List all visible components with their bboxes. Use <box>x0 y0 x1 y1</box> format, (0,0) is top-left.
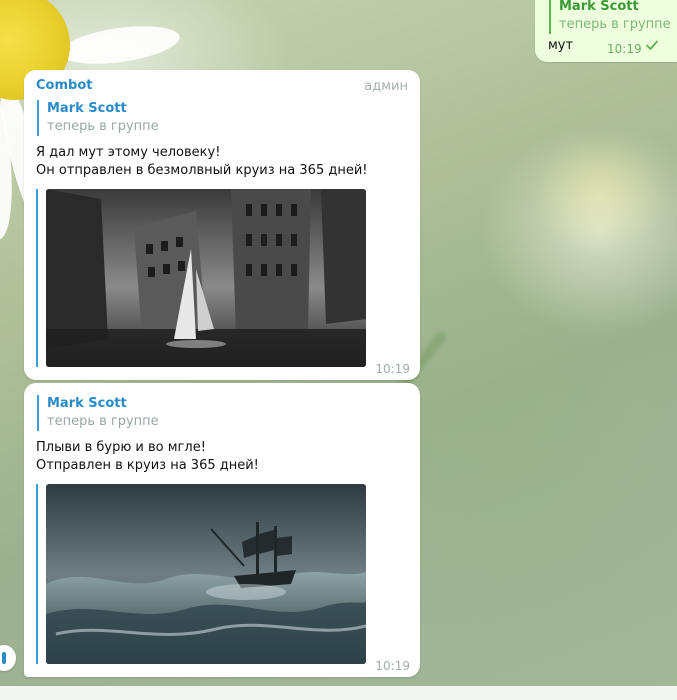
reply-author: Mark Scott <box>47 101 127 116</box>
media-preview[interactable] <box>36 484 376 664</box>
sender-avatar[interactable] <box>0 645 16 671</box>
media-preview[interactable] <box>36 189 376 367</box>
reply-text: теперь в группе <box>559 17 671 32</box>
sender-role-badge: админ <box>364 79 408 94</box>
reply-preview[interactable]: Mark Scott теперь в группе <box>37 395 159 431</box>
reply-text: теперь в группе <box>47 119 159 134</box>
media-image-ghost-city[interactable] <box>46 189 366 367</box>
reply-author: Mark Scott <box>559 0 639 14</box>
check-icon <box>646 40 658 50</box>
message-text: Плыви в бурю и во мгле! Отправлен в круи… <box>36 439 259 475</box>
input-area-edge <box>0 686 677 700</box>
message-line: Отправлен в круиз на 365 дней! <box>36 458 259 473</box>
incoming-message[interactable]: Mark Scott теперь в группе Плыви в бурю … <box>24 383 420 677</box>
chat-background: Mark Scott теперь в группе мут 10:19 Com… <box>0 0 677 700</box>
message-line: Он отправлен в безмолвный круиз на 365 д… <box>36 163 368 178</box>
message-time: 10:19 <box>607 42 642 56</box>
incoming-message[interactable]: Combot админ Mark Scott теперь в группе … <box>24 70 420 380</box>
reply-text: теперь в группе <box>47 414 159 429</box>
reply-author: Mark Scott <box>47 396 127 411</box>
sender-name[interactable]: Combot <box>36 78 92 93</box>
reply-preview[interactable]: Mark Scott теперь в группе <box>549 0 671 34</box>
message-line: Плыви в бурю и во мгле! <box>36 440 206 455</box>
reply-preview[interactable]: Mark Scott теперь в группе <box>37 100 159 136</box>
message-text: Я дал мут этому человеку! Он отправлен в… <box>36 144 368 180</box>
petal-decoration <box>58 19 182 71</box>
message-time: 10:19 <box>375 659 410 673</box>
message-line: Я дал мут этому человеку! <box>36 145 221 160</box>
message-text: мут <box>548 38 574 53</box>
outgoing-message[interactable]: Mark Scott теперь в группе мут 10:19 <box>535 0 677 62</box>
message-time: 10:19 <box>375 362 410 376</box>
media-image-storm-ship[interactable] <box>46 484 366 664</box>
